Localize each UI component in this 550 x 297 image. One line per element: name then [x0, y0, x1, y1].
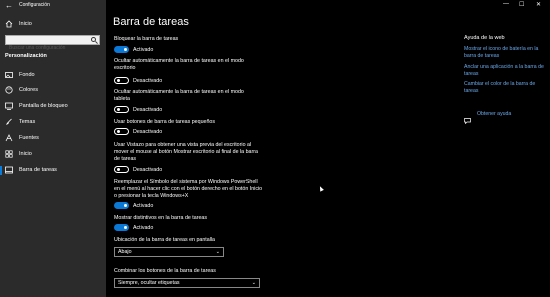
selection-indicator: [0, 166, 2, 175]
get-help-link[interactable]: Obtener ayuda: [464, 111, 512, 125]
toggle-state: Desactivado: [133, 166, 163, 173]
font-icon: [5, 134, 13, 142]
toggle-state: Activado: [133, 46, 154, 53]
toggle-autohide-desktop[interactable]: Desactivado: [114, 77, 162, 84]
palette-icon: [5, 86, 13, 94]
lock-screen-icon: [5, 102, 13, 110]
sidebar-item-fuentes[interactable]: Fuentes: [5, 134, 39, 142]
get-help-label: Obtener ayuda: [477, 111, 512, 117]
sidebar-item-label: Fondo: [19, 72, 35, 78]
chevron-down-icon: ⌄: [251, 280, 256, 286]
sidebar-item-label: Pantalla de bloqueo: [19, 103, 68, 109]
app-title: Configuración: [19, 2, 50, 8]
sidebar-item-temas[interactable]: Temas: [5, 118, 35, 126]
toggle-switch[interactable]: [114, 224, 129, 231]
toggle-autohide-tablet[interactable]: Desactivado: [114, 106, 162, 113]
sidebar-item-label: Temas: [19, 119, 36, 125]
option-label: Usar botones de barra de tareas pequeños: [114, 119, 216, 125]
sidebar-item-label: Colores: [19, 87, 38, 93]
chat-bubble-icon: [464, 111, 471, 125]
toggle-small-buttons[interactable]: Desactivado: [114, 128, 162, 135]
sidebar-home-label: Inicio: [19, 21, 32, 27]
combine-value: Siempre, ocultar etiquetas: [118, 280, 180, 286]
toggle-state: Desactivado: [133, 77, 163, 84]
toggle-state: Activado: [133, 202, 154, 209]
toggle-switch[interactable]: [114, 128, 129, 135]
sidebar: ← Configuración Inicio Personalización F…: [0, 0, 106, 297]
sidebar-titlebar: ← Configuración: [0, 0, 550, 11]
option-label: Reemplazar el Símbolo del sistema por Wi…: [114, 179, 263, 199]
sidebar-item-inicio[interactable]: Inicio: [5, 150, 32, 158]
location-value: Abajo: [118, 249, 132, 255]
toggle-switch[interactable]: [114, 202, 129, 209]
sidebar-home[interactable]: Inicio: [5, 20, 32, 28]
option-label: Bloquear la barra de tareas: [114, 36, 179, 42]
toggle-switch[interactable]: [114, 46, 129, 53]
mouse-cursor: [318, 185, 324, 192]
chevron-down-icon: ⌄: [215, 249, 220, 255]
help-link-battery[interactable]: Mostrar el icono de batería en la barra …: [464, 46, 544, 59]
page-title: Barra de tareas: [113, 16, 189, 28]
option-label: Usar Vistazo para obtener una vista prev…: [114, 142, 258, 162]
help-link-pin-app[interactable]: Anclar una aplicación a la barra de tare…: [464, 64, 544, 77]
combine-label: Combinar los botones de la barra de tare…: [114, 268, 216, 274]
combine-dropdown[interactable]: Siempre, ocultar etiquetas ⌄: [114, 278, 260, 288]
toggle-peek[interactable]: Desactivado: [114, 166, 162, 173]
toggle-switch[interactable]: [114, 166, 129, 173]
location-label: Ubicación de la barra de tareas en panta…: [114, 237, 216, 243]
toggle-state: Activado: [133, 224, 154, 231]
search-input[interactable]: [6, 44, 89, 52]
help-link-color[interactable]: Cambiar el color de la barra de tareas: [464, 81, 544, 94]
toggle-state: Desactivado: [133, 128, 163, 135]
search-box[interactable]: [5, 35, 100, 52]
location-dropdown[interactable]: Abajo ⌄: [114, 247, 224, 257]
picture-icon: [5, 71, 13, 79]
taskbar-icon: [5, 166, 13, 174]
option-label: Mostrar distintivos en la barra de tarea…: [114, 215, 208, 221]
sidebar-item-label: Barra de tareas: [19, 167, 57, 173]
sidebar-item-barra-tareas[interactable]: Barra de tareas: [5, 166, 57, 174]
sidebar-item-label: Fuentes: [19, 135, 39, 141]
sidebar-item-fondo[interactable]: Fondo: [5, 71, 35, 79]
option-label: Ocultar automáticamente la barra de tare…: [114, 89, 244, 102]
brush-icon: [5, 118, 13, 126]
search-icon[interactable]: [91, 37, 96, 42]
toggle-powershell[interactable]: Activado: [114, 202, 153, 209]
toggle-switch[interactable]: [114, 77, 129, 84]
toggle-switch[interactable]: [114, 106, 129, 113]
back-button[interactable]: ←: [5, 1, 13, 10]
home-icon: [5, 20, 13, 28]
sidebar-section-title: Personalización: [5, 53, 47, 59]
option-label: Ocultar automáticamente la barra de tare…: [114, 58, 244, 71]
start-icon: [5, 150, 13, 158]
toggle-badges[interactable]: Activado: [114, 224, 153, 231]
toggle-lock-taskbar[interactable]: Activado: [114, 46, 153, 53]
sidebar-item-colores[interactable]: Colores: [5, 86, 38, 94]
sidebar-item-pantalla-bloqueo[interactable]: Pantalla de bloqueo: [5, 102, 68, 110]
sidebar-item-label: Inicio: [19, 151, 32, 157]
help-title: Ayuda de la web: [464, 35, 505, 41]
toggle-state: Desactivado: [133, 106, 163, 113]
